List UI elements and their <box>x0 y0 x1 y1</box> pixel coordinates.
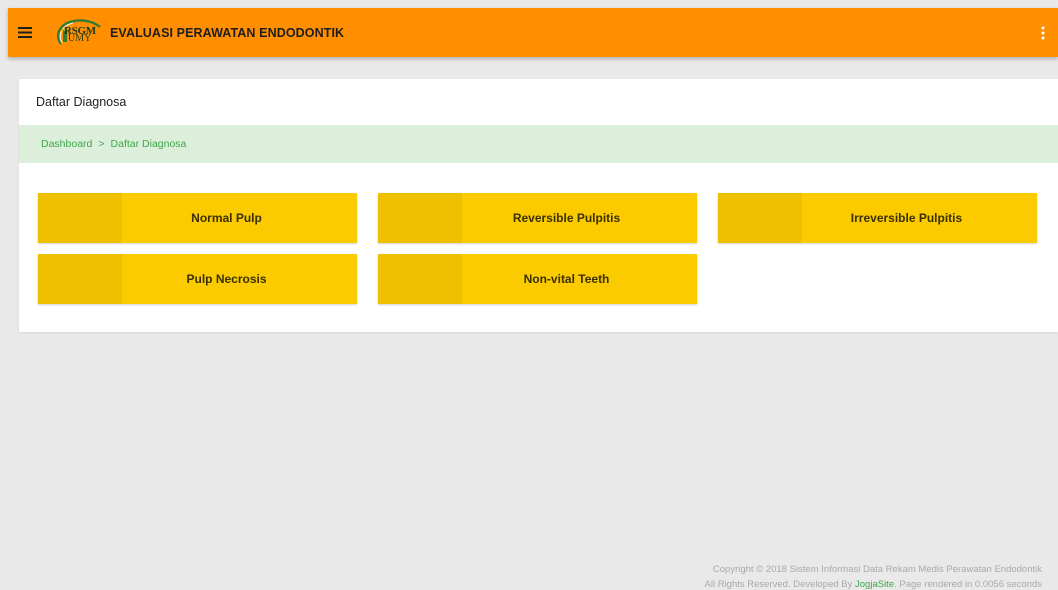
tile-normal-pulp[interactable]: Normal Pulp <box>38 193 357 243</box>
footer-credits-prefix: All Rights Reserved. Developed By <box>704 579 856 590</box>
logo-text-umy: UMY <box>68 32 92 44</box>
tile-icon-block <box>378 193 462 243</box>
app-title[interactable]: EVALUASI PERAWATAN ENDODONTIK <box>110 26 344 40</box>
tile-pulp-necrosis[interactable]: Pulp Necrosis <box>38 254 357 304</box>
more-options-button[interactable] <box>1028 8 1058 57</box>
tile-icon-block <box>38 254 122 304</box>
tile-label: Reversible Pulpitis <box>512 211 621 225</box>
breadcrumb-current[interactable]: Daftar Diagnosa <box>111 138 187 150</box>
page-footer: Copyright © 2018 Sistem Informasi Data R… <box>705 562 1042 590</box>
tile-icon-block <box>718 193 802 243</box>
developer-link[interactable]: JogjaSite <box>855 579 894 590</box>
more-vertical-icon <box>1041 26 1045 39</box>
breadcrumb-separator: > <box>98 138 105 150</box>
tile-label: Irreversible Pulpitis <box>850 211 963 225</box>
rsgm-umy-logo[interactable]: RSGM UMY <box>52 18 104 48</box>
menu-button[interactable] <box>8 8 42 57</box>
footer-credits-suffix: . Page rendered in 0.0056 seconds <box>894 579 1042 590</box>
breadcrumb-dashboard[interactable]: Dashboard <box>41 138 92 150</box>
tile-icon-block <box>38 193 122 243</box>
top-app-bar: RSGM UMY EVALUASI PERAWATAN ENDODONTIK <box>8 8 1058 57</box>
tile-non-vital-teeth[interactable]: Non-vital Teeth <box>378 254 697 304</box>
tile-irreversible-pulpitis[interactable]: Irreversible Pulpitis <box>718 193 1037 243</box>
page-title: Daftar Diagnosa <box>36 95 127 109</box>
tile-reversible-pulpitis[interactable]: Reversible Pulpitis <box>378 193 697 243</box>
tile-label: Pulp Necrosis <box>186 272 267 286</box>
hamburger-icon <box>18 27 32 38</box>
breadcrumb: Dashboard > Daftar Diagnosa <box>19 125 1058 163</box>
diagnosis-card: Daftar Diagnosa Dashboard > Daftar Diagn… <box>19 79 1058 332</box>
tile-icon-block <box>378 254 462 304</box>
tile-label: Non-vital Teeth <box>523 272 610 286</box>
tile-label: Normal Pulp <box>191 211 262 225</box>
footer-credits: All Rights Reserved. Developed By JogjaS… <box>705 577 1042 590</box>
footer-copyright: Copyright © 2018 Sistem Informasi Data R… <box>712 564 1042 575</box>
